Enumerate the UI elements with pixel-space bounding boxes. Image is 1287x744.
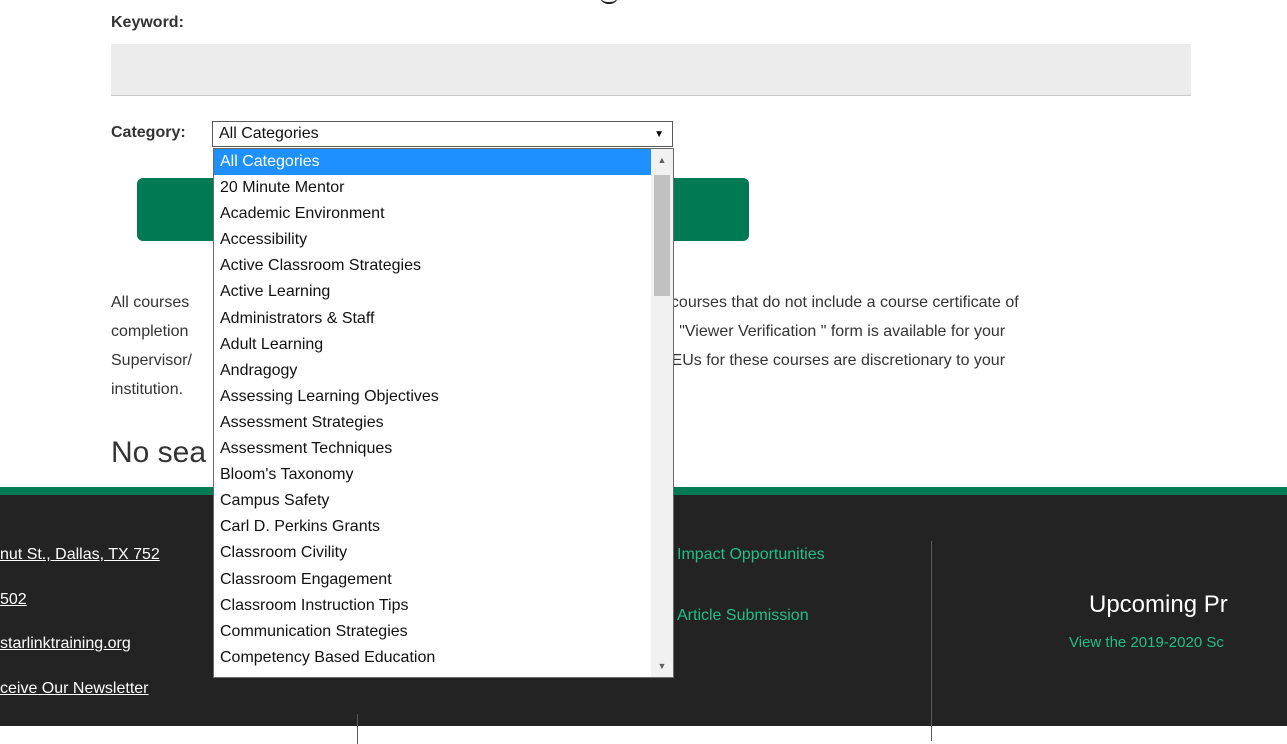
upcoming-programs-title: Upcoming Pr: [1089, 591, 1228, 618]
footer-phone-link[interactable]: 502: [0, 591, 27, 609]
footer-address-link[interactable]: nut St., Dallas, TX 752: [0, 546, 160, 564]
category-option[interactable]: Classroom Engagement: [214, 567, 651, 593]
category-label: Category:: [111, 124, 186, 141]
category-option[interactable]: Communication Strategies: [214, 619, 651, 645]
category-option[interactable]: Academic Environment: [214, 201, 651, 227]
category-option[interactable]: Classroom Civility: [214, 540, 651, 566]
category-option[interactable]: Assessing Learning Objectives: [214, 384, 651, 410]
category-option[interactable]: Administrators & Staff: [214, 306, 651, 332]
category-option[interactable]: Assessment Strategies: [214, 410, 651, 436]
category-selected-value: All Categories: [219, 125, 319, 142]
category-dropdown-list[interactable]: All Categories 20 Minute Mentor Academic E…: [213, 148, 674, 678]
footer-article-link[interactable]: Article Submission: [677, 607, 809, 625]
caret-down-icon: ▼: [654, 128, 664, 140]
keyword-label: Keyword:: [111, 14, 184, 31]
category-option[interactable]: Campus Safety: [214, 488, 651, 514]
category-options: All Categories 20 Minute Mentor Academic E…: [214, 149, 651, 671]
footer-newsletter-link[interactable]: ceive Our Newsletter: [0, 680, 149, 698]
category-option[interactable]: All Categories: [214, 149, 651, 176]
category-option[interactable]: Adult Learning: [214, 332, 651, 358]
scroll-thumb[interactable]: [654, 175, 670, 296]
dropdown-scrollbar[interactable]: ▲ ▼: [651, 149, 673, 677]
heading-fragment: [600, 0, 618, 4]
category-option[interactable]: Assessment Techniques: [214, 436, 651, 462]
category-option[interactable]: Andragogy: [214, 358, 651, 384]
footer-divider-left: [357, 714, 358, 744]
category-option[interactable]: Bloom's Taxonomy: [214, 462, 651, 488]
keyword-input[interactable]: [111, 44, 1191, 96]
scroll-down-icon[interactable]: ▼: [651, 657, 673, 675]
footer-impact-link[interactable]: Impact Opportunities: [677, 546, 825, 564]
category-option[interactable]: Carl D. Perkins Grants: [214, 514, 651, 540]
schedule-link[interactable]: View the 2019-2020 Sc: [1069, 634, 1224, 651]
category-option[interactable]: Classroom Instruction Tips: [214, 593, 651, 619]
category-option[interactable]: Competency Based Education: [214, 645, 651, 671]
no-results-heading: No sea: [111, 436, 207, 469]
category-option[interactable]: 20 Minute Mentor: [214, 175, 651, 201]
category-select[interactable]: All Categories ▼: [212, 121, 673, 147]
category-option[interactable]: Accessibility: [214, 227, 651, 253]
footer-email-link[interactable]: starlinktraining.org: [0, 635, 131, 653]
footer-divider-right: [931, 541, 932, 741]
scroll-up-icon[interactable]: ▲: [651, 151, 673, 169]
category-option[interactable]: Active Learning: [214, 279, 651, 305]
category-option[interactable]: Active Classroom Strategies: [214, 253, 651, 279]
